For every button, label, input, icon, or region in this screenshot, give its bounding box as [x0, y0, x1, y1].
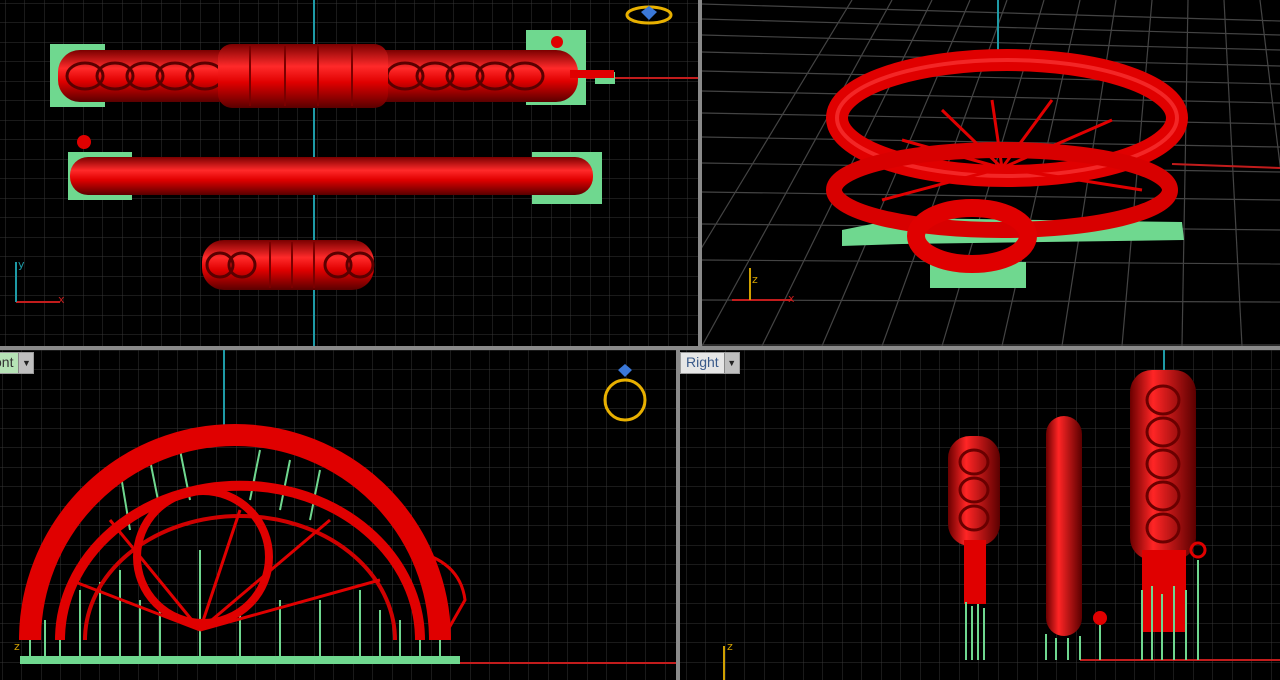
chevron-down-icon[interactable]: ▼ — [18, 353, 34, 373]
right-viewport-canvas[interactable]: z — [680, 350, 1280, 680]
front-viewport-canvas[interactable]: z — [0, 350, 676, 680]
axis-label-x: x — [788, 292, 795, 305]
viewport-right[interactable]: z Right ▼ — [680, 350, 1280, 680]
axis-label-y: y — [18, 258, 25, 271]
viewport-tab-label: Right — [681, 353, 724, 373]
axis-label-z: z — [727, 640, 733, 653]
axis-label-x: x — [58, 293, 65, 306]
plain-profile — [1046, 416, 1082, 636]
viewport-tab-right[interactable]: Right ▼ — [680, 352, 740, 374]
chain-profile-large — [1130, 370, 1196, 560]
plain-band — [70, 157, 593, 195]
viewport-splitter[interactable] — [0, 346, 1280, 350]
domed-section — [218, 44, 388, 108]
viewport-perspective[interactable]: x z — [702, 0, 1280, 346]
viewport-top[interactable]: x y — [0, 0, 698, 346]
viewport-front[interactable]: z ont ▼ — [0, 350, 676, 680]
top-viewport-canvas[interactable]: x y — [0, 0, 698, 346]
viewport-splitter[interactable] — [676, 350, 680, 680]
viewport-tab-label: ont — [0, 353, 19, 373]
viewport-splitter[interactable] — [698, 0, 702, 350]
axis-label-z: z — [752, 273, 758, 286]
viewport-tab-front[interactable]: ont ▼ — [0, 352, 35, 374]
axis-label-z: z — [14, 640, 20, 653]
chevron-down-icon[interactable]: ▼ — [723, 353, 739, 373]
perspective-viewport-canvas[interactable]: x z — [702, 0, 1280, 346]
